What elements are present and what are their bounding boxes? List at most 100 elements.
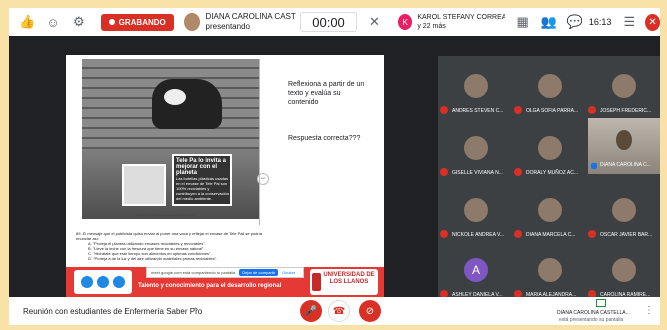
participant-tile[interactable]: DIANA MARCELA C...	[512, 182, 586, 242]
present-screen-icon[interactable]	[596, 299, 606, 307]
participant-tile[interactable]: MARIA ALEJANDRA...	[512, 242, 586, 302]
screen-share-bar: meet.google.com está compartiendo tu pan…	[146, 267, 304, 278]
product-image	[122, 164, 166, 206]
active-speaker-tile[interactable]: DIANA CAROLINA C...	[588, 118, 660, 174]
presenter-name: DIANA CAROLINA CASTEL	[205, 12, 297, 21]
participant-photo	[538, 136, 562, 160]
mic-off-icon: 🎤	[304, 305, 318, 317]
emoji-icon[interactable]: ☺	[45, 13, 61, 31]
ad-subheadline: mejorar con el planeta	[176, 164, 218, 176]
university-mark-icon	[312, 273, 321, 291]
participant-photo	[612, 258, 636, 282]
mic-toggle-button[interactable]: 🎤	[300, 300, 322, 322]
mic-off-icon	[440, 168, 448, 176]
presenting-user: DIANA CAROLINA CASTELLA...	[557, 310, 630, 316]
participant-tile[interactable]: OLGA SOFIA PARRA...	[512, 58, 586, 118]
other-participants[interactable]: KAROL STEFANY CORREA R... y 22 más	[417, 13, 504, 31]
mic-off-icon	[440, 230, 448, 238]
top-bar: 👍 ☺ ⚙ GRABANDO DIANA CAROLINA CASTEL pre…	[9, 8, 660, 36]
participant-avatar-k: K	[398, 14, 413, 30]
reflection-text: Reflexiona a partir de un texto y evalúa…	[288, 81, 365, 106]
shared-screen: Tele Pa lo invita a mejorar con el plane…	[66, 55, 384, 298]
hide-button[interactable]: Ocultar	[282, 270, 295, 275]
participant-photo	[464, 136, 488, 160]
chevron-up-icon[interactable]: ⌃	[192, 306, 200, 317]
activity-icon[interactable]: ☰	[621, 13, 637, 31]
recording-label: GRABANDO	[118, 17, 166, 27]
participant-tile[interactable]: CAROLINA RAMIRE...	[586, 242, 660, 302]
participant-tile[interactable]: DORALY MUÑOZ AC...	[512, 120, 586, 180]
other-participant-count: y 22 más	[417, 23, 446, 30]
more-options-icon[interactable]: ⋮	[644, 305, 654, 316]
participant-name: ANDRES STEVEN C...	[452, 108, 504, 114]
divider	[259, 59, 260, 225]
leave-call-button[interactable]: ☎	[328, 300, 350, 322]
option-d: D. "Proteja a de la luz y del aire utili…	[88, 256, 218, 261]
participant-tile[interactable]: ANDRES STEVEN C...	[438, 58, 512, 118]
camera-toggle-button[interactable]: ⊘	[359, 300, 381, 322]
mic-off-icon	[440, 106, 448, 114]
participant-photo	[538, 198, 562, 222]
presenter-info: DIANA CAROLINA CASTEL presentando	[206, 12, 297, 32]
meeting-title[interactable]: Reunión con estudiantes de Enfermería Sa…	[23, 307, 202, 316]
mic-off-icon	[514, 230, 522, 238]
university-name: UNIVERSIDAD DE LOS LLANOS	[323, 272, 375, 285]
answer-text: Respuesta correcta???	[288, 135, 361, 142]
mic-off-icon	[588, 230, 596, 238]
participant-tile[interactable]: NICKOLE ANDREA V...	[438, 182, 512, 242]
meet-window: 👍 ☺ ⚙ GRABANDO DIANA CAROLINA CASTEL pre…	[0, 0, 667, 330]
close-icon[interactable]: ✕	[645, 13, 660, 31]
mic-off-icon	[588, 106, 596, 114]
thumbs-up-icon[interactable]: 👍	[19, 13, 35, 31]
share-status: meet.google.com está compartiendo tu pan…	[151, 270, 236, 275]
ad-caption: Tomado de https://www.marketingdirecto.c…	[136, 213, 197, 217]
mic-off-icon	[514, 106, 522, 114]
participant-tile[interactable]: A ASHLEY DANIELA V...	[438, 242, 512, 302]
participant-photo	[538, 74, 562, 98]
bottom-bar: Reunión con estudiantes de Enfermería Sa…	[9, 297, 660, 325]
speaking-indicator-icon	[591, 163, 597, 169]
participant-photo	[612, 198, 636, 222]
participant-tile[interactable]: GISELLE VIVIANA N...	[438, 120, 512, 180]
ad-body: Las botellas plásticas usadas en el enva…	[176, 176, 229, 201]
participant-name: NICKOLE ANDREA V...	[452, 232, 505, 238]
record-dot-icon	[108, 19, 115, 25]
close-timer-icon[interactable]: ✕	[367, 13, 383, 31]
participant-initial-avatar: A	[464, 258, 488, 282]
clock: 16:13	[588, 17, 612, 27]
footer-slogan: Talento y conocimiento para el desarroll…	[138, 283, 282, 289]
presenter-avatar	[183, 13, 200, 31]
participant-photo	[538, 258, 562, 282]
logo-icon	[97, 276, 109, 288]
question-block: 89. El mensaje que el publicista quiso e…	[76, 231, 276, 261]
speaker-photo	[616, 130, 632, 150]
chat-icon[interactable]: 💬	[567, 13, 583, 31]
participant-photo	[464, 198, 488, 222]
presenting-status: está presentando su pantalla	[559, 317, 624, 323]
frame-border-right	[660, 0, 667, 330]
participant-photo	[612, 74, 636, 98]
participant-name: JOSEPH FREDERIC...	[600, 108, 652, 114]
timer: 00:00	[300, 12, 357, 32]
partner-logos	[74, 270, 132, 294]
ad-text: Tele Pa lo invita a mejorar con el plane…	[176, 158, 230, 201]
gear-icon[interactable]: ⚙	[71, 13, 87, 31]
stop-sharing-button[interactable]: Dejar de compartir	[239, 269, 279, 276]
frame-border-left	[0, 0, 9, 330]
participant-name: GISELLE VIVIANA N...	[452, 170, 503, 176]
participant-name: DORALY MUÑOZ AC...	[526, 170, 579, 176]
phone-hangup-icon: ☎	[332, 305, 346, 317]
logo-icon	[113, 276, 125, 288]
recording-badge: GRABANDO	[100, 13, 174, 31]
participant-photo	[464, 74, 488, 98]
people-icon[interactable]: 👥	[541, 13, 557, 31]
participant-tile[interactable]: OSCAR JAVIER BAR...	[586, 182, 660, 242]
cow-spot	[164, 89, 186, 105]
other-participant-name: KAROL STEFANY CORREA R...	[417, 14, 505, 21]
grid-icon[interactable]: ▦	[515, 13, 531, 31]
presenter-status: presentando	[205, 22, 250, 31]
participant-name: DIANA MARCELA C...	[526, 232, 576, 238]
question-text: 89. El mensaje que el publicista quiso e…	[76, 231, 263, 241]
cow-image	[152, 79, 222, 129]
participant-tile[interactable]: JOSEPH FREDERIC...	[586, 58, 660, 118]
